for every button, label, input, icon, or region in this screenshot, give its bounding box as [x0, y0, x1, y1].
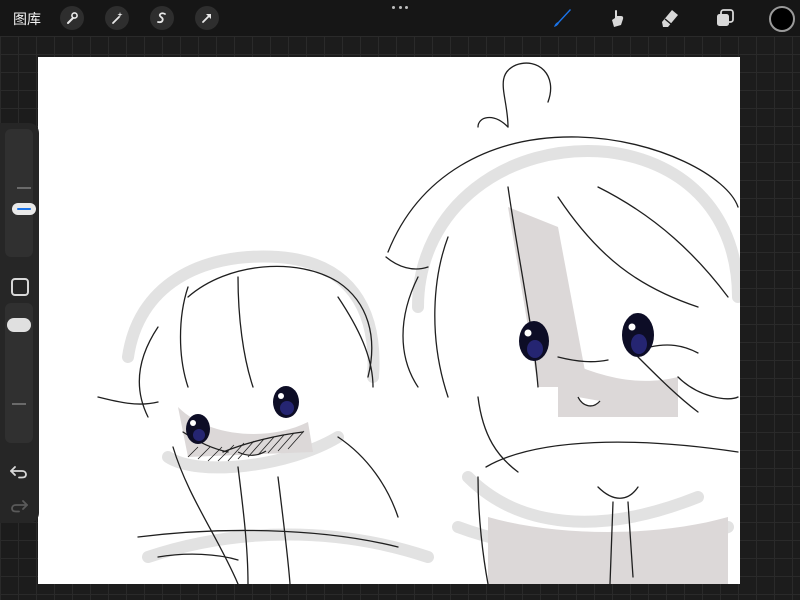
arrow-icon — [202, 14, 211, 23]
slider-tick — [17, 187, 31, 189]
layers-button[interactable] — [712, 5, 738, 31]
wrench-icon — [67, 12, 78, 24]
opacity-thumb[interactable] — [7, 318, 31, 332]
brush-size-slider[interactable] — [5, 129, 36, 257]
smudge-tool-button[interactable] — [604, 5, 630, 31]
gallery-button[interactable]: 图库 — [13, 9, 41, 29]
left-sidebar — [0, 123, 39, 523]
ellipsis-icon[interactable] — [392, 2, 408, 12]
brush-icon — [554, 9, 571, 27]
brush-size-thumb[interactable] — [12, 203, 36, 215]
artwork-sketch — [97, 62, 740, 584]
selection-button[interactable] — [150, 6, 174, 30]
slider-tick — [12, 403, 26, 405]
smudge-icon — [612, 9, 624, 27]
color-picker-button[interactable] — [769, 6, 795, 32]
undo-button[interactable] — [8, 463, 30, 481]
magic-wand-icon — [112, 12, 123, 24]
transform-button[interactable] — [195, 6, 219, 30]
undo-icon — [10, 466, 27, 479]
redo-button[interactable] — [8, 497, 30, 515]
selection-icon — [157, 12, 166, 24]
modify-button[interactable] — [11, 278, 29, 296]
drawing-canvas[interactable] — [38, 57, 740, 584]
opacity-slider[interactable] — [5, 303, 33, 443]
actions-button[interactable] — [60, 6, 84, 30]
brush-tool-button[interactable] — [549, 5, 575, 31]
eraser-tool-button[interactable] — [657, 5, 683, 31]
adjustments-button[interactable] — [105, 6, 129, 30]
redo-icon — [11, 500, 28, 513]
top-toolbar: 图库 — [0, 0, 800, 36]
layers-icon — [717, 9, 734, 26]
eraser-icon — [662, 10, 678, 27]
